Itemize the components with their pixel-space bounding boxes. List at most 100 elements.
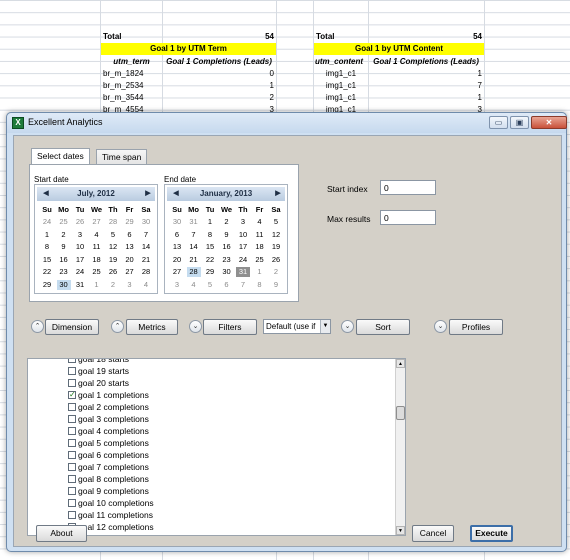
column-header[interactable]: Goal 1 Completions (Leads) (162, 56, 276, 68)
calendar-day[interactable]: 17 (73, 255, 87, 265)
calendar-day[interactable]: 20 (170, 255, 184, 265)
title-bar[interactable]: X Excellent Analytics ▭ ▣ ✕ (7, 113, 567, 133)
close-button[interactable]: ✕ (531, 116, 567, 129)
calendar-day[interactable]: 21 (139, 255, 153, 265)
max-results-field[interactable] (380, 210, 436, 225)
scroll-down-icon[interactable]: ▼ (396, 526, 405, 535)
prev-month-icon[interactable]: ◀ (41, 187, 51, 201)
checkbox[interactable] (68, 439, 76, 447)
total-label[interactable]: Total (316, 31, 366, 43)
calendar-day[interactable]: 2 (57, 230, 71, 240)
calendar-day[interactable]: 28 (106, 217, 120, 227)
calendar-day[interactable]: 22 (203, 255, 217, 265)
calendar-day[interactable]: 24 (40, 217, 54, 227)
calendar-day[interactable]: 6 (123, 230, 137, 240)
list-item[interactable]: goal 9 completions (68, 485, 149, 497)
checkbox[interactable] (68, 427, 76, 435)
calendar-day[interactable]: 3 (236, 217, 250, 227)
checkbox[interactable] (68, 475, 76, 483)
calendar-day[interactable]: 20 (123, 255, 137, 265)
checkbox[interactable] (68, 499, 76, 507)
calendar-day[interactable]: 25 (253, 255, 267, 265)
list-item[interactable]: goal 19 starts (68, 365, 129, 377)
calendar-day[interactable]: 28 (186, 267, 201, 277)
calendar-day[interactable]: 10 (236, 230, 250, 240)
calendar-day[interactable]: 22 (40, 267, 54, 277)
expand-sort-icon[interactable]: ⌄ (341, 320, 354, 333)
calendar-day[interactable]: 25 (57, 217, 71, 227)
calendar-day[interactable]: 13 (123, 242, 137, 252)
checkbox[interactable] (68, 463, 76, 471)
filters-button[interactable]: Filters (203, 319, 257, 335)
calendar-day[interactable]: 18 (90, 255, 104, 265)
table-header-utm-term[interactable]: Goal 1 by UTM Term (101, 43, 276, 55)
calendar-day[interactable]: 31 (236, 267, 250, 277)
checkbox[interactable] (68, 487, 76, 495)
column-header[interactable]: Goal 1 Completions (Leads) (368, 56, 484, 68)
calendar-day[interactable]: 3 (123, 280, 137, 290)
execute-button[interactable]: Execute (470, 525, 513, 542)
scrollbar-thumb[interactable] (396, 406, 405, 420)
calendar-day[interactable]: 2 (269, 267, 283, 277)
metrics-button[interactable]: Metrics (126, 319, 178, 335)
calendar-day[interactable]: 4 (253, 217, 267, 227)
calendar-day[interactable]: 30 (220, 267, 234, 277)
calendar-day[interactable]: 8 (253, 280, 267, 290)
calendar-day[interactable]: 12 (269, 230, 283, 240)
scroll-up-icon[interactable]: ▲ (396, 359, 405, 368)
calendar-day[interactable]: 13 (170, 242, 184, 252)
calendar-day[interactable]: 23 (57, 267, 71, 277)
calendar-day[interactable]: 8 (40, 242, 54, 252)
profiles-button[interactable]: Profiles (449, 319, 503, 335)
minimize-button[interactable]: ▭ (489, 116, 508, 129)
calendar-day[interactable]: 7 (236, 280, 250, 290)
calendar-day[interactable]: 19 (106, 255, 120, 265)
calendar-day[interactable]: 15 (203, 242, 217, 252)
calendar-day[interactable]: 17 (236, 242, 250, 252)
calendar-day[interactable]: 29 (40, 280, 54, 290)
list-item[interactable]: goal 11 completions (68, 509, 153, 521)
table-cell[interactable]: img1_c1 (314, 80, 368, 92)
list-item[interactable]: goal 4 completions (68, 425, 149, 437)
calendar-day[interactable]: 26 (73, 217, 87, 227)
calendar-day[interactable]: 26 (269, 255, 283, 265)
dimension-button[interactable]: Dimension (45, 319, 99, 335)
table-cell[interactable]: 1 (368, 68, 482, 80)
total-value[interactable]: 54 (162, 31, 274, 43)
table-cell[interactable]: img1_c1 (314, 68, 368, 80)
calendar-day[interactable]: 7 (139, 230, 153, 240)
list-item[interactable]: goal 2 completions (68, 401, 149, 413)
end-date-calendar[interactable]: ◀ January, 2013 ▶ Su Mo Tu We Th Fr Sa 30 31 1 2 3 4… (164, 184, 288, 294)
list-item[interactable]: goal 1 completions (68, 389, 149, 401)
calendar-day[interactable]: 5 (269, 217, 283, 227)
next-month-icon[interactable]: ▶ (273, 187, 283, 201)
table-cell[interactable]: br_m_1824 (103, 68, 163, 80)
table-cell[interactable]: br_m_3544 (103, 92, 163, 104)
expand-profiles-icon[interactable]: ⌄ (434, 320, 447, 333)
column-header[interactable]: utm_content (315, 56, 368, 68)
calendar-day[interactable]: 1 (90, 280, 104, 290)
checkbox[interactable] (68, 403, 76, 411)
calendar-day[interactable]: 19 (269, 242, 283, 252)
calendar-day[interactable]: 11 (253, 230, 267, 240)
about-button[interactable]: About (36, 525, 87, 542)
calendar-day[interactable]: 18 (253, 242, 267, 252)
calendar-day[interactable]: 23 (220, 255, 234, 265)
calendar-day[interactable]: 21 (187, 255, 201, 265)
calendar-day[interactable]: 29 (203, 267, 217, 277)
calendar-day[interactable]: 9 (57, 242, 71, 252)
calendar-day[interactable]: 4 (90, 230, 104, 240)
chevron-down-icon[interactable]: ▼ (320, 320, 330, 333)
maximize-button[interactable]: ▣ (510, 116, 529, 129)
expand-filters-icon[interactable]: ⌄ (189, 320, 202, 333)
total-label[interactable]: Total (103, 31, 163, 43)
calendar-day[interactable]: 12 (106, 242, 120, 252)
calendar-day[interactable]: 6 (170, 230, 184, 240)
table-cell[interactable]: br_m_2534 (103, 80, 163, 92)
calendar-day[interactable]: 3 (170, 280, 184, 290)
tab-select-dates[interactable]: Select dates (31, 148, 90, 165)
calendar-day[interactable]: 16 (57, 255, 71, 265)
calendar-day[interactable]: 7 (187, 230, 201, 240)
calendar-day[interactable]: 14 (187, 242, 201, 252)
calendar-day[interactable]: 5 (106, 230, 120, 240)
